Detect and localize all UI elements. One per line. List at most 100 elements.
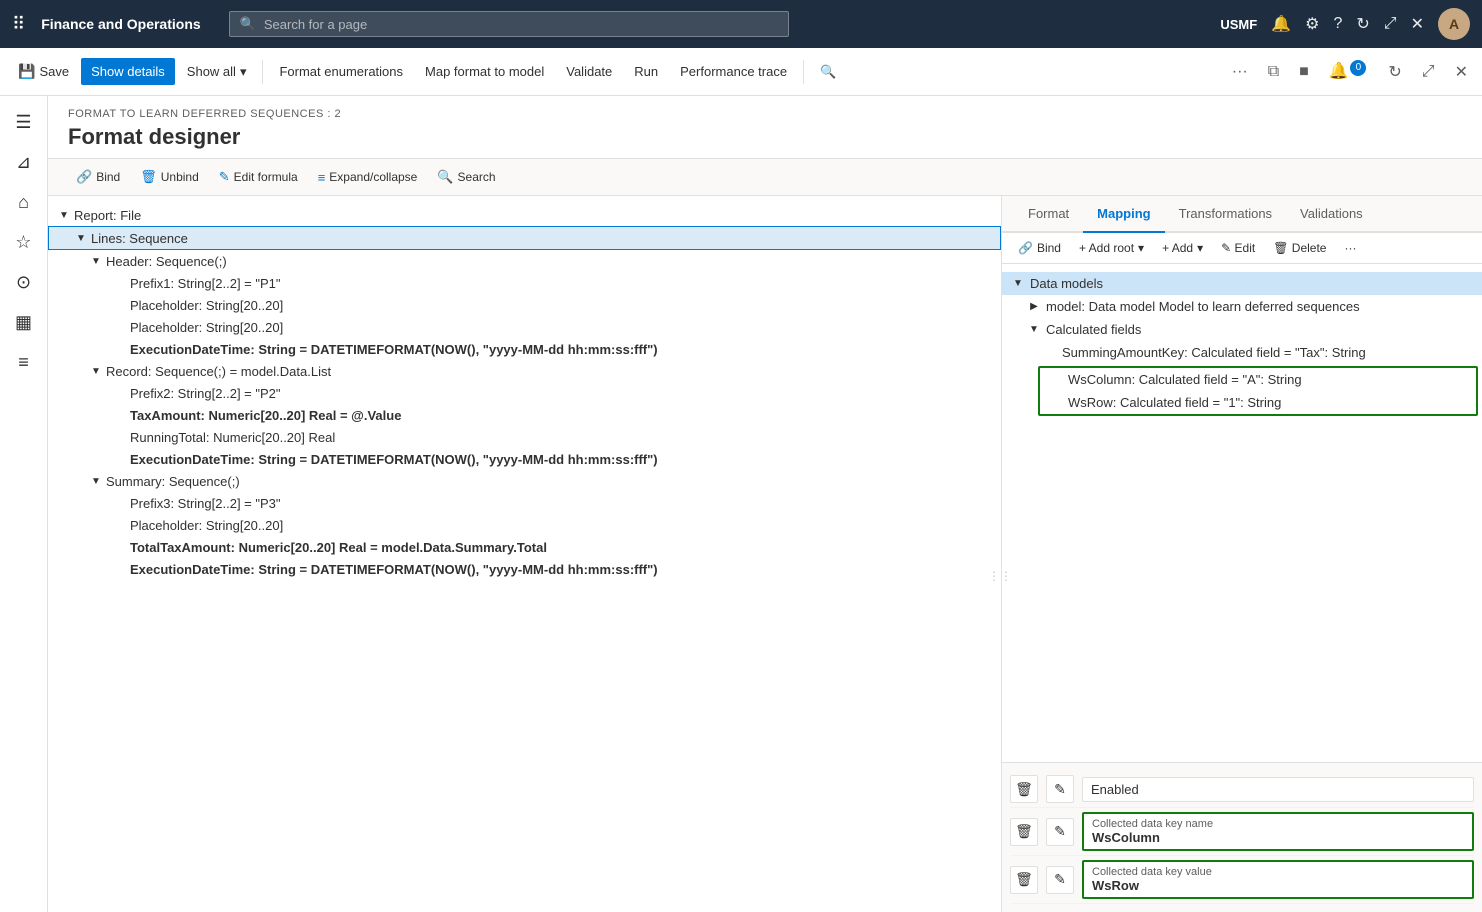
tree-item-lines[interactable]: ▼ Lines: Sequence xyxy=(48,226,1001,250)
user-avatar[interactable]: A xyxy=(1438,8,1470,40)
tab-validations[interactable]: Validations xyxy=(1286,196,1377,233)
show-all-button[interactable]: Show all ▾ xyxy=(177,58,257,86)
tree-item-report[interactable]: ▼ Report: File xyxy=(48,204,1001,226)
open-new-window-icon[interactable]: ⤢ xyxy=(1416,57,1441,87)
model-tree-data-models[interactable]: ▼ Data models xyxy=(1002,272,1482,295)
right-panel-toolbar: 🔗 Bind + Add root ▾ + Add ▾ ✎ Edit xyxy=(1002,233,1482,264)
tree-toggle-lines[interactable]: ▼ xyxy=(73,230,89,246)
tree-item-execdt1[interactable]: ExecutionDateTime: String = DATETIMEFORM… xyxy=(48,338,1001,360)
right-edit-button[interactable]: ✎ Edit xyxy=(1213,237,1263,259)
tree-item-execdt3[interactable]: ExecutionDateTime: String = DATETIMEFORM… xyxy=(48,558,1001,580)
tree-item-placeholder1[interactable]: Placeholder: String[20..20] xyxy=(48,294,1001,316)
unbind-button[interactable]: 🗑 Unbind xyxy=(132,165,207,189)
close-icon[interactable]: ✕ xyxy=(1411,14,1424,34)
tree-item-taxamount[interactable]: TaxAmount: Numeric[20..20] Real = @.Valu… xyxy=(48,404,1001,426)
panel-divider[interactable]: ⋮⋮ xyxy=(997,240,1002,912)
app-grid-icon[interactable]: ⠿ xyxy=(12,14,25,35)
model-tree-ws-row[interactable]: WsRow: Calculated field = "1": String xyxy=(1040,391,1476,414)
right-delete-button[interactable]: 🗑 Delete xyxy=(1265,237,1334,259)
tree-spacer-execdt3 xyxy=(112,561,128,577)
sidebar-list-icon[interactable]: ≡ xyxy=(6,344,42,380)
tools-icon[interactable]: ⧉ xyxy=(1262,57,1285,87)
prop-edit-enabled[interactable]: ✎ xyxy=(1046,775,1074,803)
tree-spacer-placeholder3 xyxy=(112,517,128,533)
add-button[interactable]: + Add ▾ xyxy=(1154,237,1211,259)
more-options-icon[interactable]: ··· xyxy=(1226,57,1254,87)
tree-spacer-prefix2 xyxy=(112,385,128,401)
sidebar-recent-icon[interactable]: ⊙ xyxy=(6,264,42,300)
tree-item-prefix3[interactable]: Prefix3: String[2..2] = "P3" xyxy=(48,492,1001,514)
run-button[interactable]: Run xyxy=(624,58,668,85)
global-search-box[interactable]: 🔍 Search for a page xyxy=(229,11,789,37)
right-bind-button[interactable]: 🔗 Bind xyxy=(1010,237,1069,259)
model-tree-ws-column[interactable]: WsColumn: Calculated field = "A": String xyxy=(1040,368,1476,391)
tree-item-placeholder2[interactable]: Placeholder: String[20..20] xyxy=(48,316,1001,338)
tree-item-prefix1[interactable]: Prefix1: String[2..2] = "P1" xyxy=(48,272,1001,294)
tree-label-execdt3: ExecutionDateTime: String = DATETIMEFORM… xyxy=(130,562,658,577)
chevron-down-icon: ▾ xyxy=(1197,241,1203,255)
sidebar-filter-icon[interactable]: ⊿ xyxy=(6,144,42,180)
tree-item-placeholder3[interactable]: Placeholder: String[20..20] xyxy=(48,514,1001,536)
prop-delete-key-name[interactable]: 🗑 xyxy=(1010,818,1038,846)
prop-delete-key-value[interactable]: 🗑 xyxy=(1010,866,1038,894)
tab-transformations[interactable]: Transformations xyxy=(1165,196,1286,233)
tree-item-record[interactable]: ▼ Record: Sequence(;) = model.Data.List xyxy=(48,360,1001,382)
tree-toggle-report[interactable]: ▼ xyxy=(56,207,72,223)
map-format-button[interactable]: Map format to model xyxy=(415,58,554,85)
right-more-button[interactable]: ··· xyxy=(1336,237,1364,259)
sidebar-collapse-button[interactable]: ☰ xyxy=(6,104,42,140)
settings-icon[interactable]: ⚙ xyxy=(1305,14,1319,34)
tree-toggle-header[interactable]: ▼ xyxy=(88,253,104,269)
sidebar-home-icon[interactable]: ⌂ xyxy=(6,184,42,220)
refresh-icon[interactable]: ↻ xyxy=(1356,14,1369,34)
tree-item-summary[interactable]: ▼ Summary: Sequence(;) xyxy=(48,470,1001,492)
tab-mapping[interactable]: Mapping xyxy=(1083,196,1164,233)
validate-button[interactable]: Validate xyxy=(556,58,622,85)
prop-delete-enabled[interactable]: 🗑 xyxy=(1010,775,1038,803)
tree-item-totaltax[interactable]: TotalTaxAmount: Numeric[20..20] Real = m… xyxy=(48,536,1001,558)
green-border-container: WsColumn: Calculated field = "A": String… xyxy=(1038,366,1478,416)
model-tree-calc-fields[interactable]: ▼ Calculated fields xyxy=(1002,318,1482,341)
close-form-icon[interactable]: ✕ xyxy=(1449,56,1474,88)
sidebar-favorites-icon[interactable]: ☆ xyxy=(6,224,42,260)
toggle-calc-fields[interactable]: ▼ xyxy=(1026,324,1042,335)
expand-collapse-button[interactable]: ≡ Expand/collapse xyxy=(310,166,426,189)
tree-label-prefix3: Prefix3: String[2..2] = "P3" xyxy=(130,496,281,511)
help-icon[interactable]: ? xyxy=(1333,15,1342,33)
edit-formula-button[interactable]: ✎ Edit formula xyxy=(211,165,306,189)
prop-edit-key-value[interactable]: ✎ xyxy=(1046,866,1074,894)
search-designer-button[interactable]: 🔍 Search xyxy=(429,165,503,189)
save-icon: 💾 xyxy=(18,63,35,80)
prop-edit-key-name[interactable]: ✎ xyxy=(1046,818,1074,846)
search-toolbar-button[interactable]: 🔍 xyxy=(810,58,846,86)
save-button[interactable]: 💾 Save xyxy=(8,57,79,86)
sidebar-calendar-icon[interactable]: ▦ xyxy=(6,304,42,340)
tree-toggle-summary[interactable]: ▼ xyxy=(88,473,104,489)
notification-icon[interactable]: 🔔 xyxy=(1271,14,1291,34)
performance-trace-button[interactable]: Performance trace xyxy=(670,58,797,85)
model-tree-model[interactable]: ▶ model: Data model Model to learn defer… xyxy=(1002,295,1482,318)
model-tree-summing-key[interactable]: SummingAmountKey: Calculated field = "Ta… xyxy=(1002,341,1482,364)
show-details-button[interactable]: Show details xyxy=(81,58,175,85)
tree-item-header[interactable]: ▼ Header: Sequence(;) xyxy=(48,250,1001,272)
toggle-data-models[interactable]: ▼ xyxy=(1010,278,1026,289)
tree-label-prefix1: Prefix1: String[2..2] = "P1" xyxy=(130,276,281,291)
tree-label-execdt2: ExecutionDateTime: String = DATETIMEFORM… xyxy=(130,452,658,467)
prop-label-key-value: Collected data key value xyxy=(1092,866,1464,878)
bind-button[interactable]: 🔗 Bind xyxy=(68,165,128,189)
tab-format[interactable]: Format xyxy=(1014,196,1083,233)
add-root-button[interactable]: + Add root ▾ xyxy=(1071,237,1152,259)
tree-toggle-record[interactable]: ▼ xyxy=(88,363,104,379)
tree-item-execdt2[interactable]: ExecutionDateTime: String = DATETIMEFORM… xyxy=(48,448,1001,470)
prop-value-key-name: WsColumn xyxy=(1092,830,1464,845)
refresh-btn[interactable]: ↻ xyxy=(1382,56,1407,88)
ms-plugin-icon[interactable]: ■ xyxy=(1293,57,1315,87)
tree-item-prefix2[interactable]: Prefix2: String[2..2] = "P2" xyxy=(48,382,1001,404)
format-enumerations-button[interactable]: Format enumerations xyxy=(269,58,413,85)
toggle-model[interactable]: ▶ xyxy=(1026,301,1042,312)
tree-label-totaltax: TotalTaxAmount: Numeric[20..20] Real = m… xyxy=(130,540,547,555)
tree-item-runningtotal[interactable]: RunningTotal: Numeric[20..20] Real xyxy=(48,426,1001,448)
search-icon: 🔍 xyxy=(820,64,836,80)
tree-label-header: Header: Sequence(;) xyxy=(106,254,227,269)
expand-icon[interactable]: ⤢ xyxy=(1384,15,1397,33)
